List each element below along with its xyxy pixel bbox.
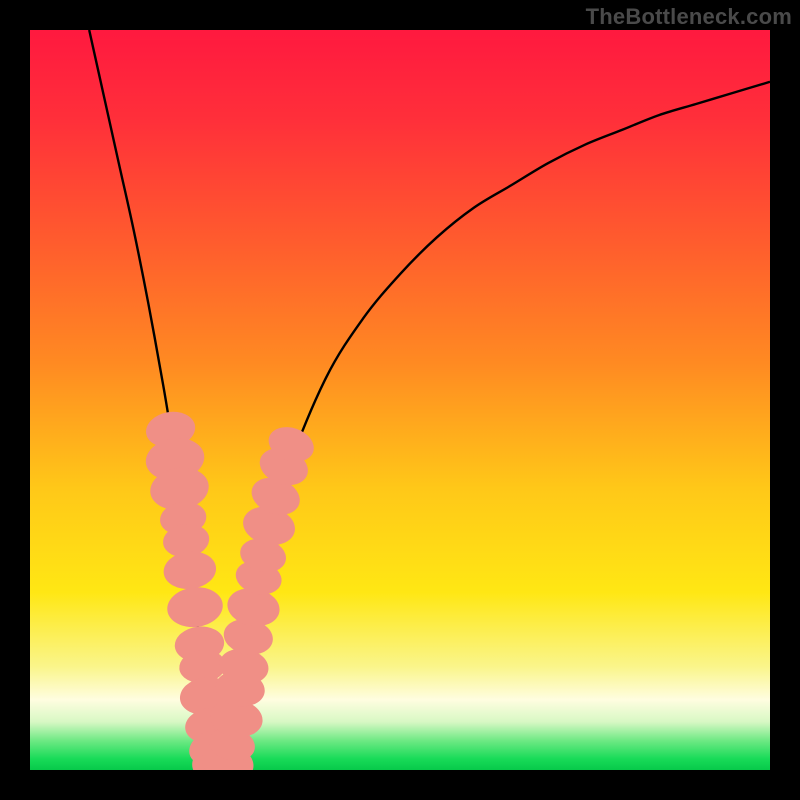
chart-svg: [30, 30, 770, 770]
watermark-text: TheBottleneck.com: [586, 4, 792, 30]
gradient-background: [30, 30, 770, 770]
outer-frame: TheBottleneck.com: [0, 0, 800, 800]
plot-area: [30, 30, 770, 770]
